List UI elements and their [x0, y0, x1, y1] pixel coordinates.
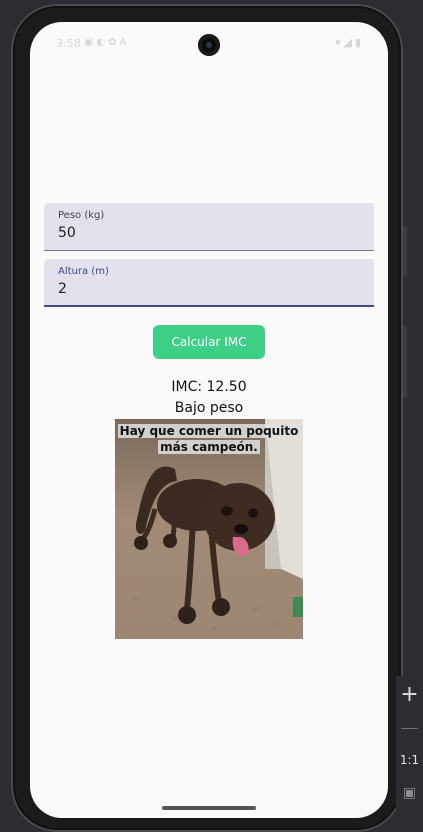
front-camera [198, 34, 220, 56]
zoom-reset-button[interactable]: 1:1 [396, 752, 423, 768]
status-bar: 3:58 ▣◐✿A ▾◢▮ [30, 22, 388, 66]
meme-image: Hay que comer un poquito más campeón. [115, 419, 303, 639]
fit-screen-icon[interactable]: ▣ [396, 784, 423, 802]
volume-button [403, 226, 407, 276]
status-notification-icons: ▣◐✿A [84, 37, 129, 48]
height-field[interactable]: Altura (m) 2 [44, 259, 374, 307]
power-button [403, 326, 407, 398]
settings-icon: ✿ [108, 37, 120, 48]
meme-caption-line1: Hay que comer un poquito [117, 424, 301, 438]
status-time: 3:58 [56, 37, 81, 50]
height-label: Altura (m) [58, 266, 109, 277]
notification-icon: ▣ [84, 37, 97, 48]
moon-icon: ◐ [96, 37, 109, 48]
weight-field[interactable]: Peso (kg) 50 [44, 203, 374, 251]
meme-caption-line2: más campeón. [158, 440, 260, 454]
text-icon: A [119, 37, 130, 48]
phone-screen: 3:58 ▣◐✿A ▾◢▮ Peso (kg) 50 Altura (m) 2 … [30, 22, 388, 818]
signal-icon: ◢ [343, 36, 355, 49]
imc-result: IMC: 12.50 [171, 379, 247, 395]
weight-label: Peso (kg) [58, 210, 105, 221]
emulator-window: 3:58 ▣◐✿A ▾◢▮ Peso (kg) 50 Altura (m) 2 … [0, 0, 423, 832]
minus-icon[interactable] [401, 728, 418, 729]
status-system-icons: ▾◢▮ [335, 36, 364, 49]
height-input[interactable]: 2 [58, 281, 67, 297]
battery-icon: ▮ [354, 36, 364, 49]
weight-input[interactable]: 50 [58, 225, 76, 241]
imc-category: Bajo peso [174, 400, 244, 416]
calculate-imc-button[interactable]: Calcular IMC [153, 325, 265, 359]
emulator-toolbar: + 1:1 ▣ [396, 676, 423, 816]
meme-caption: Hay que comer un poquito más campeón. [115, 423, 303, 455]
home-indicator[interactable] [162, 806, 256, 810]
plus-icon[interactable]: + [396, 682, 423, 708]
